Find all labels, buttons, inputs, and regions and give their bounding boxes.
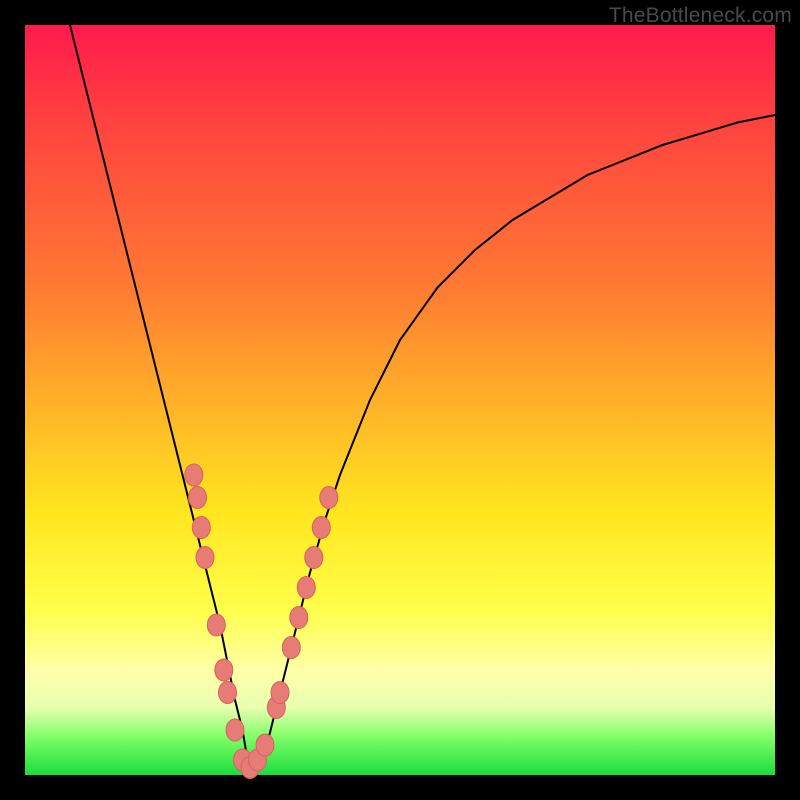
marker-dot	[185, 464, 203, 486]
marker-dot	[282, 637, 300, 659]
marker-dot	[312, 517, 330, 539]
marker-dot	[271, 682, 289, 704]
outer-frame: TheBottleneck.com	[0, 0, 800, 800]
data-markers	[185, 464, 338, 779]
marker-dot	[256, 734, 274, 756]
marker-dot	[219, 682, 237, 704]
marker-dot	[192, 517, 210, 539]
marker-dot	[290, 607, 308, 629]
marker-dot	[215, 659, 233, 681]
bottleneck-curve	[25, 0, 775, 768]
marker-dot	[189, 487, 207, 509]
marker-dot	[297, 577, 315, 599]
chart-svg	[25, 25, 775, 775]
marker-dot	[305, 547, 323, 569]
marker-dot	[196, 547, 214, 569]
marker-dot	[320, 487, 338, 509]
marker-dot	[207, 614, 225, 636]
marker-dot	[226, 719, 244, 741]
